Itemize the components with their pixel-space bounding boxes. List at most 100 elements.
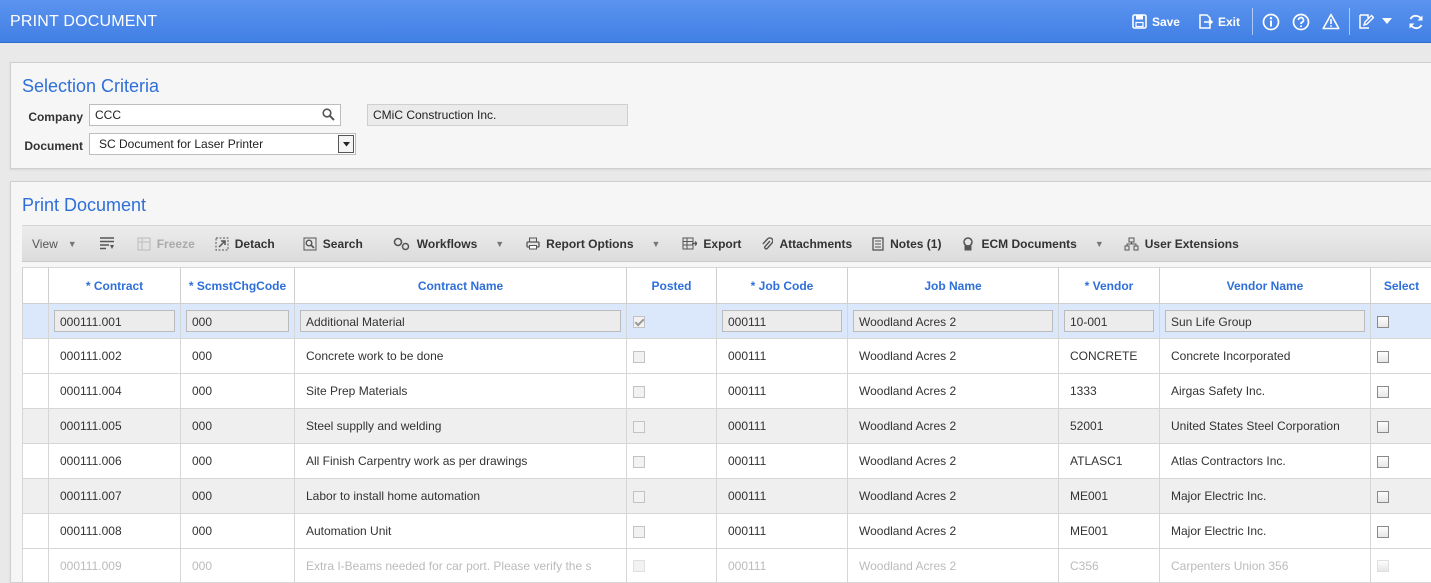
document-select[interactable]: SC Document for Laser Printer (89, 133, 356, 155)
select-cell[interactable] (1370, 478, 1431, 514)
row-selector[interactable] (22, 443, 49, 479)
vendor-cell[interactable]: 1333 (1058, 373, 1160, 409)
code-cell[interactable]: 000 (180, 373, 295, 409)
code-cell[interactable]: 000 (180, 548, 295, 583)
vendor-name-cell[interactable]: Major Electric Inc. (1159, 478, 1371, 514)
refresh-icon[interactable] (1401, 13, 1431, 31)
table-row[interactable]: 000111.001 000 Additional Material 00011… (22, 303, 1431, 339)
select-checkbox[interactable] (1377, 385, 1389, 398)
column-header[interactable]: Posted (626, 267, 717, 304)
job-name-cell[interactable]: Woodland Acres 2 (847, 548, 1059, 583)
row-selector[interactable] (22, 513, 49, 549)
vendor-name-cell[interactable]: Concrete Incorporated (1159, 338, 1371, 374)
vendor-name-cell[interactable]: Major Electric Inc. (1159, 513, 1371, 549)
contract-cell[interactable]: 000111.004 (48, 373, 181, 409)
row-selector[interactable] (22, 338, 49, 374)
job-code-cell[interactable]: 000111 (716, 443, 848, 479)
select-cell[interactable] (1370, 338, 1431, 374)
job-name-cell[interactable]: Woodland Acres 2 (847, 513, 1059, 549)
report-options-button[interactable]: Report Options ▼ (516, 225, 670, 262)
search-icon[interactable] (322, 108, 335, 124)
job-name-input[interactable]: Woodland Acres 2 (853, 310, 1053, 332)
contract-cell[interactable]: 000111.005 (48, 408, 181, 444)
code-cell[interactable]: 000 (180, 303, 295, 339)
select-cell[interactable] (1370, 373, 1431, 409)
vendor-cell[interactable]: CONCRETE (1058, 338, 1160, 374)
contract-name-cell[interactable]: Site Prep Materials (294, 373, 627, 409)
column-header[interactable]: * Contract (48, 267, 181, 304)
select-checkbox[interactable] (1377, 525, 1389, 538)
search-button[interactable]: Search (293, 225, 373, 262)
format-button[interactable] (87, 225, 127, 262)
ecm-documents-button[interactable]: ECM Documents ▼ (951, 225, 1113, 262)
vendor-cell[interactable]: C356 (1058, 548, 1160, 583)
table-row[interactable]: 000111.005 000 Steel supplly and welding… (22, 408, 1431, 444)
code-cell[interactable]: 000 (180, 408, 295, 444)
select-cell[interactable] (1370, 443, 1431, 479)
vendor-input[interactable]: 10-001 (1064, 310, 1154, 332)
contract-name-cell[interactable]: Automation Unit (294, 513, 627, 549)
contract-cell[interactable]: 000111.007 (48, 478, 181, 514)
contract-input[interactable]: 000111.001 (54, 310, 175, 332)
job-code-input[interactable]: 000111 (722, 310, 842, 332)
contract-name-cell[interactable]: Steel supplly and welding (294, 408, 627, 444)
column-header[interactable]: Vendor Name (1159, 267, 1371, 304)
job-name-cell[interactable]: Woodland Acres 2 (847, 338, 1059, 374)
select-cell[interactable] (1370, 408, 1431, 444)
contract-cell[interactable]: 000111.009 (48, 548, 181, 583)
contract-name-cell[interactable]: Labor to install home automation (294, 478, 627, 514)
column-header[interactable]: Job Name (847, 267, 1059, 304)
row-selector[interactable] (22, 548, 49, 583)
vendor-cell[interactable]: 10-001 (1058, 303, 1160, 339)
table-row[interactable]: 000111.007 000 Labor to install home aut… (22, 478, 1431, 514)
select-checkbox[interactable] (1377, 420, 1389, 433)
job-code-cell[interactable]: 000111 (716, 513, 848, 549)
attachments-button[interactable]: Attachments (751, 225, 862, 262)
help-icon[interactable] (1286, 13, 1316, 31)
select-checkbox[interactable] (1377, 315, 1389, 328)
chevron-down-icon[interactable] (1379, 18, 1395, 25)
info-icon[interactable] (1256, 13, 1286, 31)
contract-cell[interactable]: 000111.002 (48, 338, 181, 374)
vendor-cell[interactable]: ME001 (1058, 513, 1160, 549)
vendor-cell[interactable]: ME001 (1058, 478, 1160, 514)
warning-icon[interactable] (1316, 13, 1346, 30)
code-cell[interactable]: 000 (180, 338, 295, 374)
select-cell[interactable] (1370, 303, 1431, 339)
column-header[interactable]: * ScmstChgCode (180, 267, 295, 304)
code-cell[interactable]: 000 (180, 443, 295, 479)
job-code-cell[interactable]: 000111 (716, 478, 848, 514)
job-code-cell[interactable]: 000111 (716, 303, 848, 339)
vendor-name-cell[interactable]: United States Steel Corporation (1159, 408, 1371, 444)
select-cell[interactable] (1370, 548, 1431, 583)
code-input[interactable]: 000 (186, 310, 289, 332)
select-checkbox[interactable] (1377, 455, 1389, 468)
view-menu[interactable]: View ▼ (22, 225, 87, 262)
row-selector[interactable] (22, 373, 49, 409)
contract-cell[interactable]: 000111.006 (48, 443, 181, 479)
select-cell[interactable] (1370, 513, 1431, 549)
edit-icon[interactable] (1353, 13, 1379, 30)
notes-button[interactable]: Notes (1) (862, 225, 951, 262)
detach-button[interactable]: Detach (205, 225, 285, 262)
select-checkbox[interactable] (1377, 560, 1389, 573)
job-code-cell[interactable]: 000111 (716, 548, 848, 583)
table-row[interactable]: 000111.008 000 Automation Unit 000111 Wo… (22, 513, 1431, 549)
contract-name-input[interactable]: Additional Material (300, 310, 621, 332)
company-field[interactable]: CCC (89, 104, 341, 126)
workflows-button[interactable]: Workflows ▼ (383, 225, 514, 262)
vendor-name-cell[interactable]: Atlas Contractors Inc. (1159, 443, 1371, 479)
column-header[interactable]: Select (1370, 267, 1431, 304)
job-code-cell[interactable]: 000111 (716, 373, 848, 409)
select-checkbox[interactable] (1377, 490, 1389, 503)
exit-button[interactable]: Exit (1189, 14, 1249, 29)
export-button[interactable]: Export (672, 225, 751, 262)
table-row[interactable]: 000111.002 000 Concrete work to be done … (22, 338, 1431, 374)
contract-name-cell[interactable]: Additional Material (294, 303, 627, 339)
column-header[interactable]: Contract Name (294, 267, 627, 304)
save-button[interactable]: Save (1123, 14, 1189, 29)
vendor-name-input[interactable]: Sun Life Group (1165, 310, 1365, 332)
code-cell[interactable]: 000 (180, 478, 295, 514)
vendor-cell[interactable]: ATLASC1 (1058, 443, 1160, 479)
row-selector[interactable] (22, 303, 49, 339)
